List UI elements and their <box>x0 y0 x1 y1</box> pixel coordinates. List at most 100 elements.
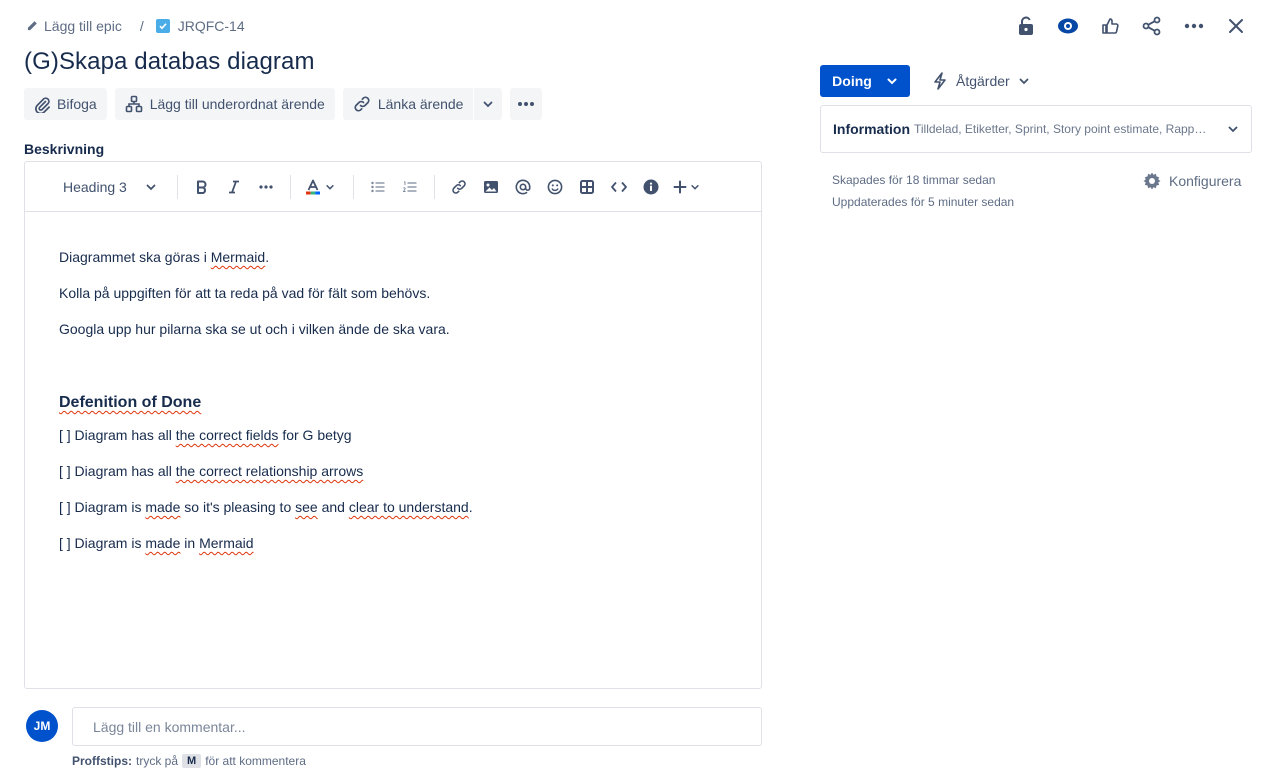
text-run: see <box>295 499 318 515</box>
bullet-list-icon <box>371 181 385 193</box>
like-button[interactable] <box>1094 10 1126 42</box>
chevron-down-icon <box>482 98 494 110</box>
text-run: the correct relationship arrows <box>175 463 364 479</box>
editor-toolbar: Heading 3 <box>25 162 761 212</box>
attach-label: Bifoga <box>57 96 97 112</box>
description-content[interactable]: Diagrammet ska göras i Mermaid. Kolla på… <box>59 247 741 569</box>
text-run: the correct fields <box>175 427 279 443</box>
add-child-label: Lägg till underordnat ärende <box>149 96 325 112</box>
add-epic-link[interactable]: Lägg till epic <box>26 18 122 34</box>
updated-timestamp: Uppdaterades för 5 minuter sedan <box>832 195 1015 209</box>
issue-action-bar: Bifoga Lägg till underordnat ärende Länk… <box>24 88 543 120</box>
close-button[interactable] <box>1220 10 1252 42</box>
image-button[interactable] <box>475 171 507 203</box>
breadcrumb: Lägg till epic / JRQFC-14 <box>26 16 245 36</box>
heading-select-value: Heading 3 <box>63 178 127 195</box>
link-issue-button[interactable]: Länka ärende <box>342 88 474 120</box>
chevron-down-icon <box>1018 75 1030 87</box>
share-button[interactable] <box>1136 10 1168 42</box>
table-icon <box>579 179 594 194</box>
checklist-item: [ ] Diagram is made in Mermaid <box>59 533 741 553</box>
description-paragraph: Googla upp hur pilarna ska se ut och i v… <box>59 321 450 337</box>
information-panel[interactable]: Information Tilldelad, Etiketter, Sprint… <box>820 105 1252 153</box>
emoji-button[interactable] <box>539 171 571 203</box>
protip-text: för att kommentera <box>205 754 306 768</box>
text-run: . <box>468 499 473 515</box>
attach-icon <box>34 95 50 113</box>
chevron-down-icon <box>690 182 700 192</box>
breadcrumb-separator: / <box>139 18 144 34</box>
text-run: Mermaid <box>199 535 254 551</box>
child-issue-icon <box>125 95 143 113</box>
lock-button[interactable] <box>1010 10 1042 42</box>
more-issue-actions-button[interactable] <box>510 88 543 120</box>
code-button[interactable] <box>603 171 635 203</box>
protip-text: tryck på <box>136 754 179 768</box>
more-actions-button[interactable] <box>1178 10 1210 42</box>
chevron-down-icon <box>1227 123 1239 135</box>
issue-key: JRQFC-14 <box>177 18 245 34</box>
description-editor[interactable]: Heading 3 Diagrammet ska göras i Mermaid… <box>24 161 762 689</box>
text-run: in <box>180 535 200 551</box>
bullet-list-button[interactable] <box>362 171 394 203</box>
emoji-icon <box>547 179 563 195</box>
info-panel-button[interactable] <box>635 171 667 203</box>
actions-label: Åtgärder <box>956 73 1010 89</box>
bold-button[interactable] <box>186 171 218 203</box>
mention-button[interactable] <box>507 171 539 203</box>
text-run: for G betyg <box>278 427 352 443</box>
info-icon <box>643 179 659 195</box>
pencil-icon <box>26 20 38 32</box>
table-button[interactable] <box>571 171 603 203</box>
add-epic-label: Lägg till epic <box>44 18 122 34</box>
mention-icon <box>515 179 531 195</box>
close-icon <box>1228 18 1244 34</box>
configure-button[interactable]: Konfigurera <box>1142 171 1241 191</box>
toolbar-divider <box>289 174 291 199</box>
issue-title[interactable]: (G)Skapa databas diagram <box>24 48 315 76</box>
gear-icon <box>1142 171 1162 191</box>
comment-input[interactable]: Lägg till en kommentar... <box>72 707 762 746</box>
chevron-down-icon <box>325 182 335 192</box>
description-paragraph: Kolla på uppgiften för att ta reda på va… <box>59 285 431 301</box>
checkbox-icon <box>155 19 170 33</box>
dod-heading: Defenition of Done <box>59 394 202 411</box>
more-icon <box>517 101 535 107</box>
information-summary: Tilldelad, Etiketter, Sprint, Story poin… <box>914 122 1213 136</box>
chevron-down-icon <box>886 75 898 87</box>
protip-label: Proffstips: <box>72 754 132 768</box>
more-icon <box>1184 23 1204 29</box>
watch-button[interactable] <box>1052 10 1084 42</box>
link-button[interactable] <box>443 171 475 203</box>
watch-icon <box>1057 18 1079 34</box>
link-issue-split-button: Länka ärende <box>342 88 503 120</box>
lock-icon <box>1018 16 1034 36</box>
attach-button[interactable]: Bifoga <box>24 88 107 120</box>
italic-button[interactable] <box>218 171 250 203</box>
plus-icon <box>673 180 687 194</box>
link-issue-dropdown[interactable] <box>474 88 503 120</box>
text-run: and <box>317 499 349 515</box>
link-issue-label: Länka ärende <box>377 96 464 112</box>
text-run: [ ] Diagram is <box>59 499 146 515</box>
insert-button[interactable] <box>667 171 706 203</box>
text-run: so it's pleasing to <box>180 499 296 515</box>
issue-key-link[interactable]: JRQFC-14 <box>155 18 245 34</box>
actions-dropdown[interactable]: Åtgärder <box>924 65 1038 97</box>
toolbar-divider <box>352 174 354 199</box>
text-run: Diagrammet ska göras i <box>59 249 211 265</box>
information-title: Information <box>833 121 910 137</box>
more-formatting-button[interactable] <box>250 171 282 203</box>
text-color-button[interactable] <box>299 171 341 203</box>
heading-select[interactable]: Heading 3 <box>55 171 165 203</box>
add-child-issue-button[interactable]: Lägg till underordnat ärende <box>114 88 335 120</box>
numbered-list-button[interactable] <box>394 171 426 203</box>
checklist-item: [ ] Diagram is made so it's pleasing to … <box>59 497 741 517</box>
text-run: clear to understand <box>348 499 469 515</box>
text-run: made <box>145 535 181 551</box>
protip-key: M <box>182 754 202 768</box>
italic-icon <box>227 180 241 194</box>
status-dropdown[interactable]: Doing <box>820 65 910 97</box>
text-run: [ ] Diagram has all <box>59 463 176 479</box>
numbered-list-icon <box>402 181 417 193</box>
